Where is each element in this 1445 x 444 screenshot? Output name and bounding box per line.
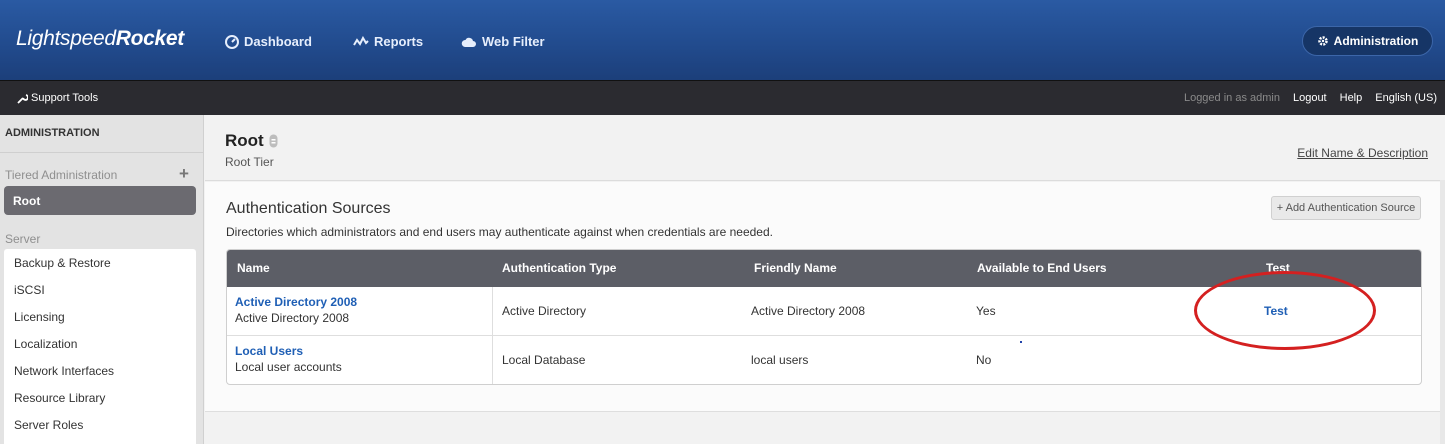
page-header: Root Root Tier Edit Name & Description [205,115,1445,181]
sidebar-title: ADMINISTRATION [5,127,100,139]
sidebar-item-resource-library[interactable]: Resource Library [4,384,196,411]
available-cell: No [976,353,992,367]
col-friendly-name[interactable]: Friendly Name [754,261,837,275]
server-menu: Backup & Restore iSCSI Licensing Localiz… [4,249,196,444]
friendly-name-cell: Active Directory 2008 [751,304,866,318]
nav-web-filter[interactable]: Web Filter [461,34,545,49]
available-cell: Yes [976,304,996,318]
auth-sources-description: Directories which administrators and end… [226,225,773,239]
page-subtitle: Root Tier [225,155,274,169]
server-section-label: Server [5,232,41,246]
tiered-admin-label: Tiered Administration [5,168,118,182]
help-link[interactable]: Help [1340,92,1363,104]
logout-link[interactable]: Logout [1293,92,1327,104]
auth-type-cell: Local Database [502,353,586,367]
col-available[interactable]: Available to End Users [977,261,1107,275]
logged-in-text: Logged in as admin [1183,92,1280,104]
page-title: Root [225,131,278,151]
sidebar-divider [0,152,204,153]
reports-icon [353,35,369,46]
nav-dashboard[interactable]: Dashboard [225,34,312,49]
friendly-name-cell: local users [751,353,809,367]
sidebar: ADMINISTRATION Tiered Administration + R… [0,115,204,444]
name-cell: Active Directory 2008 Active Directory 2… [227,287,493,335]
nav-reports-label: Reports [374,34,424,49]
sidebar-item-iscsi[interactable]: iSCSI [4,276,196,303]
secondary-bar: Support Tools Logged in as admin Logout … [0,80,1445,115]
source-name-link[interactable]: Local Users [235,344,484,358]
administration-label: Administration [1333,34,1419,48]
col-auth-type[interactable]: Authentication Type [502,261,616,275]
app-logo[interactable]: LightspeedRocket [16,27,184,51]
sidebar-item-backup-restore[interactable]: Backup & Restore [4,249,196,276]
nav-reports[interactable]: Reports [353,34,423,49]
source-description: Active Directory 2008 [235,311,350,325]
dashboard-icon [225,34,239,49]
name-cell: Local Users Local user accounts [227,336,493,384]
edit-name-link[interactable]: Edit Name & Description [1297,146,1428,160]
sidebar-item-network-interfaces[interactable]: Network Interfaces [4,357,196,384]
auth-sources-title: Authentication Sources [226,200,391,217]
support-tools-link[interactable]: Support Tools [17,92,98,104]
nav-web-filter-label: Web Filter [482,34,545,49]
cloud-icon [461,37,476,47]
sidebar-item-localization[interactable]: Localization [4,330,196,357]
sidebar-item-server-roles[interactable]: Server Roles [4,411,196,438]
top-header: LightspeedRocket Dashboard Reports Web F… [0,0,1445,80]
wrench-icon [17,93,28,104]
red-annotation-circle [1194,271,1376,350]
administration-button[interactable]: Administration [1302,26,1433,56]
lock-icon [269,134,278,148]
auth-type-cell: Active Directory [502,304,587,318]
add-tier-icon[interactable]: + [179,164,189,184]
col-name[interactable]: Name [237,261,270,275]
scrollbar-track[interactable] [1440,180,1445,444]
page-title-text: Root [225,131,264,150]
stray-dot [1020,341,1022,343]
support-tools-label: Support Tools [31,92,99,104]
nav-dashboard-label: Dashboard [244,34,312,49]
sidebar-item-licensing[interactable]: Licensing [4,303,196,330]
language-selector[interactable]: English (US) [1375,92,1437,104]
add-auth-source-button[interactable]: + Add Authentication Source [1271,196,1421,220]
gear-icon [1317,36,1328,46]
source-description: Local user accounts [235,360,342,374]
source-name-link[interactable]: Active Directory 2008 [235,295,484,309]
sidebar-item-root[interactable]: Root [4,186,196,215]
